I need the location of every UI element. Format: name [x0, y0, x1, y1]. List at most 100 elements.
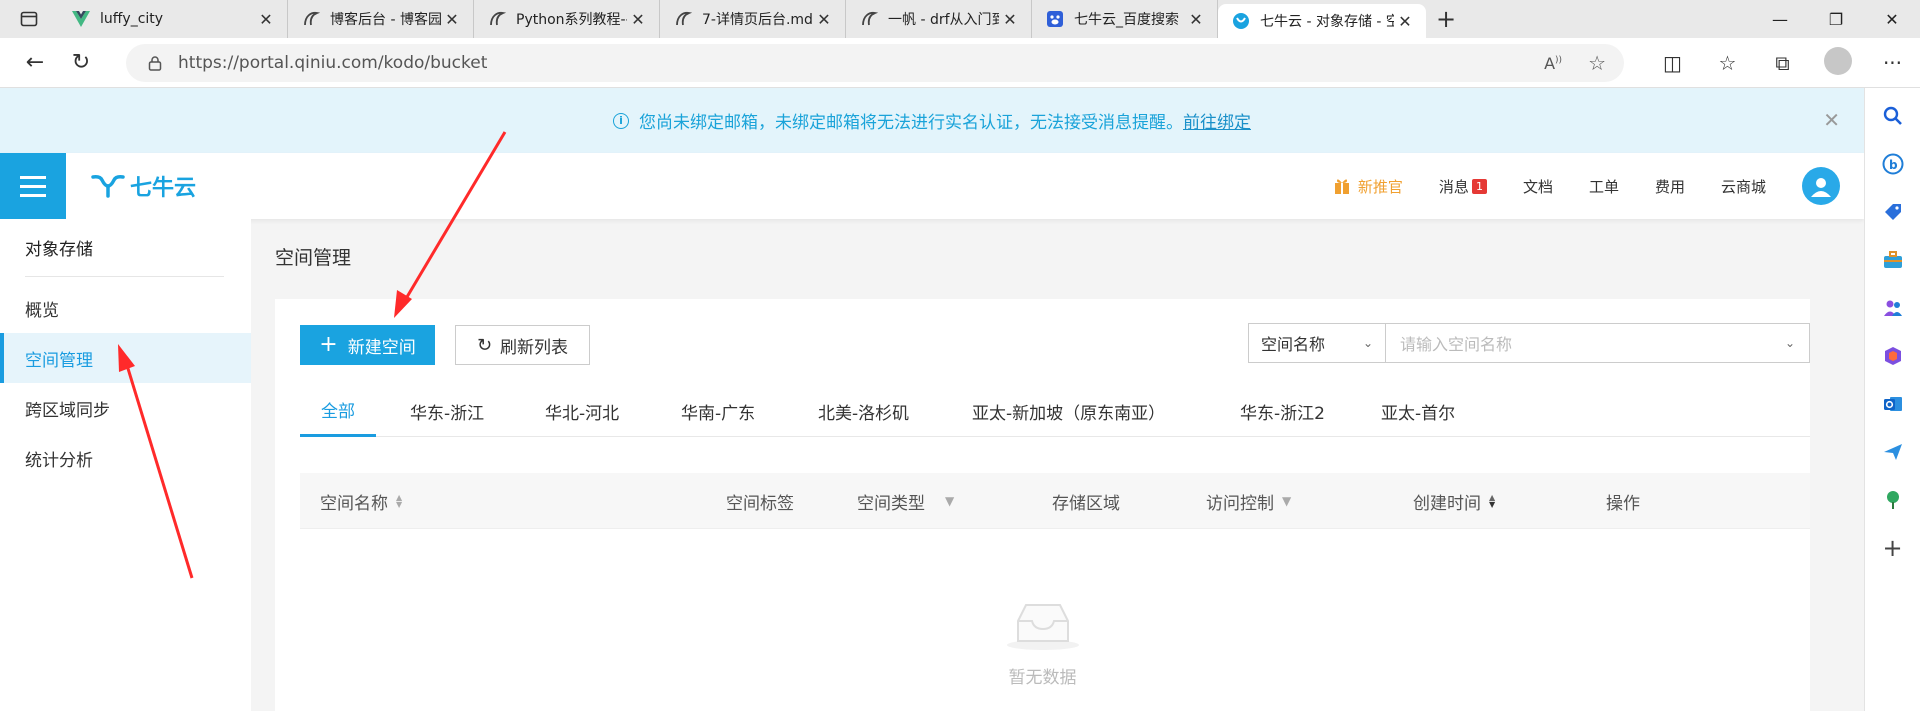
chevron-down-icon: ⌄ [1784, 336, 1795, 350]
outlook-icon[interactable] [1879, 390, 1907, 418]
search-icon[interactable] [1879, 102, 1907, 130]
tab-region-north-hebei[interactable]: 华北-河北 [545, 385, 619, 437]
refresh-list-button[interactable]: ↻ 刷新列表 [455, 325, 590, 365]
window-close-icon[interactable]: ✕ [1864, 10, 1920, 29]
browser-tab-active[interactable]: 七牛云 - 对象存储 - 空 ✕ [1218, 4, 1426, 38]
tab-title: luffy_city [100, 11, 164, 27]
column-access-control[interactable]: 访问控制 ▼ [1206, 473, 1291, 529]
tab-region-east-zhejiang-2[interactable]: 华东-浙江2 [1240, 385, 1325, 437]
add-icon[interactable]: + [1879, 534, 1907, 562]
tab-close-icon[interactable]: ✕ [999, 10, 1021, 29]
column-created-time[interactable]: 创建时间 ▲ ▼ [1413, 473, 1495, 529]
tab-region-na-los-angeles[interactable]: 北美-洛杉矶 [818, 385, 909, 437]
empty-state-text: 暂无数据 [1008, 668, 1077, 688]
browser-tab[interactable]: 一帆 - drf从入门到精通 ✕ [846, 0, 1032, 38]
user-icon [1811, 178, 1831, 197]
profile-icon[interactable] [1810, 46, 1865, 80]
hamburger-line [20, 184, 46, 188]
search-input[interactable]: 请输入空间名称 ⌄ [1386, 323, 1810, 363]
tab-region-east-zhejiang[interactable]: 华东-浙江 [410, 385, 484, 437]
lock-icon [148, 56, 162, 71]
email-binding-notice: i 您尚未绑定邮箱，未绑定邮箱将无法进行实名认证，无法接受消息提醒。 前往绑定 … [0, 88, 1864, 153]
tab-close-icon[interactable]: ✕ [813, 10, 835, 29]
bucket-search: 空间名称 ⌄ 请输入空间名称 ⌄ [1248, 323, 1810, 363]
bing-chat-icon[interactable]: b [1879, 150, 1907, 178]
column-bucket-name[interactable]: 空间名称 ▲ ▼ [320, 473, 402, 529]
office-icon[interactable] [1879, 342, 1907, 370]
bucket-panel: + 新建空间 ↻ 刷新列表 空间名称 ⌄ 请输入空间名称 ⌄ 全部 华东-浙江 … [275, 299, 1810, 711]
nav-gift-label: 新推官 [1357, 177, 1403, 196]
send-plane-icon[interactable] [1879, 438, 1907, 466]
sidebar-item-overview[interactable]: 概览 [0, 283, 251, 333]
gift-icon [1334, 179, 1349, 194]
search-field-select[interactable]: 空间名称 ⌄ [1248, 323, 1386, 363]
search-field-value: 空间名称 [1261, 335, 1326, 354]
browser-tab[interactable]: 七牛云_百度搜索 ✕ [1032, 0, 1218, 38]
minimize-icon[interactable]: — [1752, 10, 1808, 29]
collections-icon[interactable]: ⧉ [1755, 51, 1810, 75]
tree-icon[interactable] [1879, 486, 1907, 514]
nav-messages[interactable]: 消息 1 [1439, 176, 1487, 197]
nav-billing[interactable]: 费用 [1655, 176, 1685, 197]
browser-tab[interactable]: Python系列教程--最新 ✕ [474, 0, 660, 38]
column-label: 操作 [1606, 493, 1640, 514]
column-storage-region: 存储区域 [1052, 473, 1120, 529]
logo-text: 七牛云 [130, 176, 197, 201]
page-viewport: i 您尚未绑定邮箱，未绑定邮箱将无法进行实名认证，无法接受消息提醒。 前往绑定 … [0, 88, 1864, 711]
nav-new-promoter[interactable]: 新推官 [1334, 176, 1403, 197]
browser-tab[interactable]: 博客后台 - 博客园 ✕ [288, 0, 474, 38]
sidebar-title: 对象存储 [25, 219, 224, 277]
sidebar: 对象存储 概览 空间管理 跨区域同步 统计分析 [0, 219, 251, 711]
tab-actions-button[interactable] [0, 0, 58, 38]
qiniu-logo[interactable]: 七牛云 [90, 170, 196, 202]
back-arrow-icon[interactable]: ← [12, 43, 58, 83]
nav-docs[interactable]: 文档 [1523, 176, 1553, 197]
cnblogs-icon [302, 10, 320, 28]
tab-title: 博客后台 - 博客园 [330, 12, 441, 28]
tab-title: 一帆 - drf从入门到精通 [888, 12, 999, 28]
sort-icon[interactable]: ▲ ▼ [396, 494, 402, 509]
filter-icon[interactable]: ▼ [945, 494, 954, 508]
notice-close-icon[interactable]: ✕ [1823, 108, 1840, 132]
tab-region-south-guangdong[interactable]: 华南-广东 [681, 385, 755, 437]
tab-region-ap-seoul[interactable]: 亚太-首尔 [1381, 385, 1455, 437]
tools-briefcase-icon[interactable] [1879, 246, 1907, 274]
user-avatar[interactable] [1802, 167, 1840, 205]
restore-icon[interactable]: ❐ [1808, 10, 1864, 29]
chevron-down-icon: ⌄ [1362, 336, 1373, 350]
edge-sidebar: b + [1864, 88, 1920, 711]
tab-region-all[interactable]: 全部 [300, 385, 376, 437]
sidebar-item-cross-region-sync[interactable]: 跨区域同步 [0, 383, 251, 433]
create-bucket-button[interactable]: + 新建空间 [300, 325, 435, 365]
browser-tab[interactable]: 7-详情页后台.md - 刘 ✕ [660, 0, 846, 38]
tab-close-icon[interactable]: ✕ [1394, 12, 1416, 31]
sort-icon[interactable]: ▲ ▼ [1489, 494, 1495, 509]
shopping-tag-icon[interactable] [1879, 198, 1907, 226]
people-icon[interactable] [1879, 294, 1907, 322]
cnblogs-icon [488, 10, 506, 28]
tab-close-icon[interactable]: ✕ [255, 10, 277, 29]
tab-close-icon[interactable]: ✕ [441, 10, 463, 29]
sidebar-item-bucket-management[interactable]: 空间管理 [0, 333, 251, 383]
favorites-icon[interactable]: ☆ [1700, 51, 1755, 75]
tab-close-icon[interactable]: ✕ [1185, 10, 1207, 29]
browser-tab[interactable]: luffy_city ✕ [58, 0, 288, 38]
nav-tickets[interactable]: 工单 [1589, 176, 1619, 197]
new-tab-button[interactable]: + [1426, 5, 1466, 33]
nav-marketplace[interactable]: 云商城 [1721, 176, 1766, 197]
column-label: 空间名称 [320, 493, 388, 514]
more-menu-icon[interactable]: ··· [1865, 51, 1920, 75]
address-bar[interactable]: https://portal.qiniu.com/kodo/bucket A))… [126, 44, 1624, 82]
read-aloud-icon[interactable]: A)) [1544, 54, 1562, 73]
reload-icon[interactable]: ↻ [58, 43, 104, 83]
bind-email-link[interactable]: 前往绑定 [1183, 108, 1251, 133]
filter-icon[interactable]: ▼ [1282, 494, 1291, 508]
column-bucket-type[interactable]: 空间类型 ▼ [857, 473, 954, 529]
split-screen-icon[interactable]: ◫ [1645, 51, 1700, 75]
menu-toggle-button[interactable] [0, 153, 66, 219]
tab-close-icon[interactable]: ✕ [627, 10, 649, 29]
sidebar-item-statistics[interactable]: 统计分析 [0, 433, 251, 483]
tab-region-ap-singapore[interactable]: 亚太-新加坡（原东南亚） [972, 385, 1165, 437]
favorite-star-icon[interactable]: ☆ [1588, 51, 1606, 75]
refresh-icon: ↻ [476, 334, 493, 356]
